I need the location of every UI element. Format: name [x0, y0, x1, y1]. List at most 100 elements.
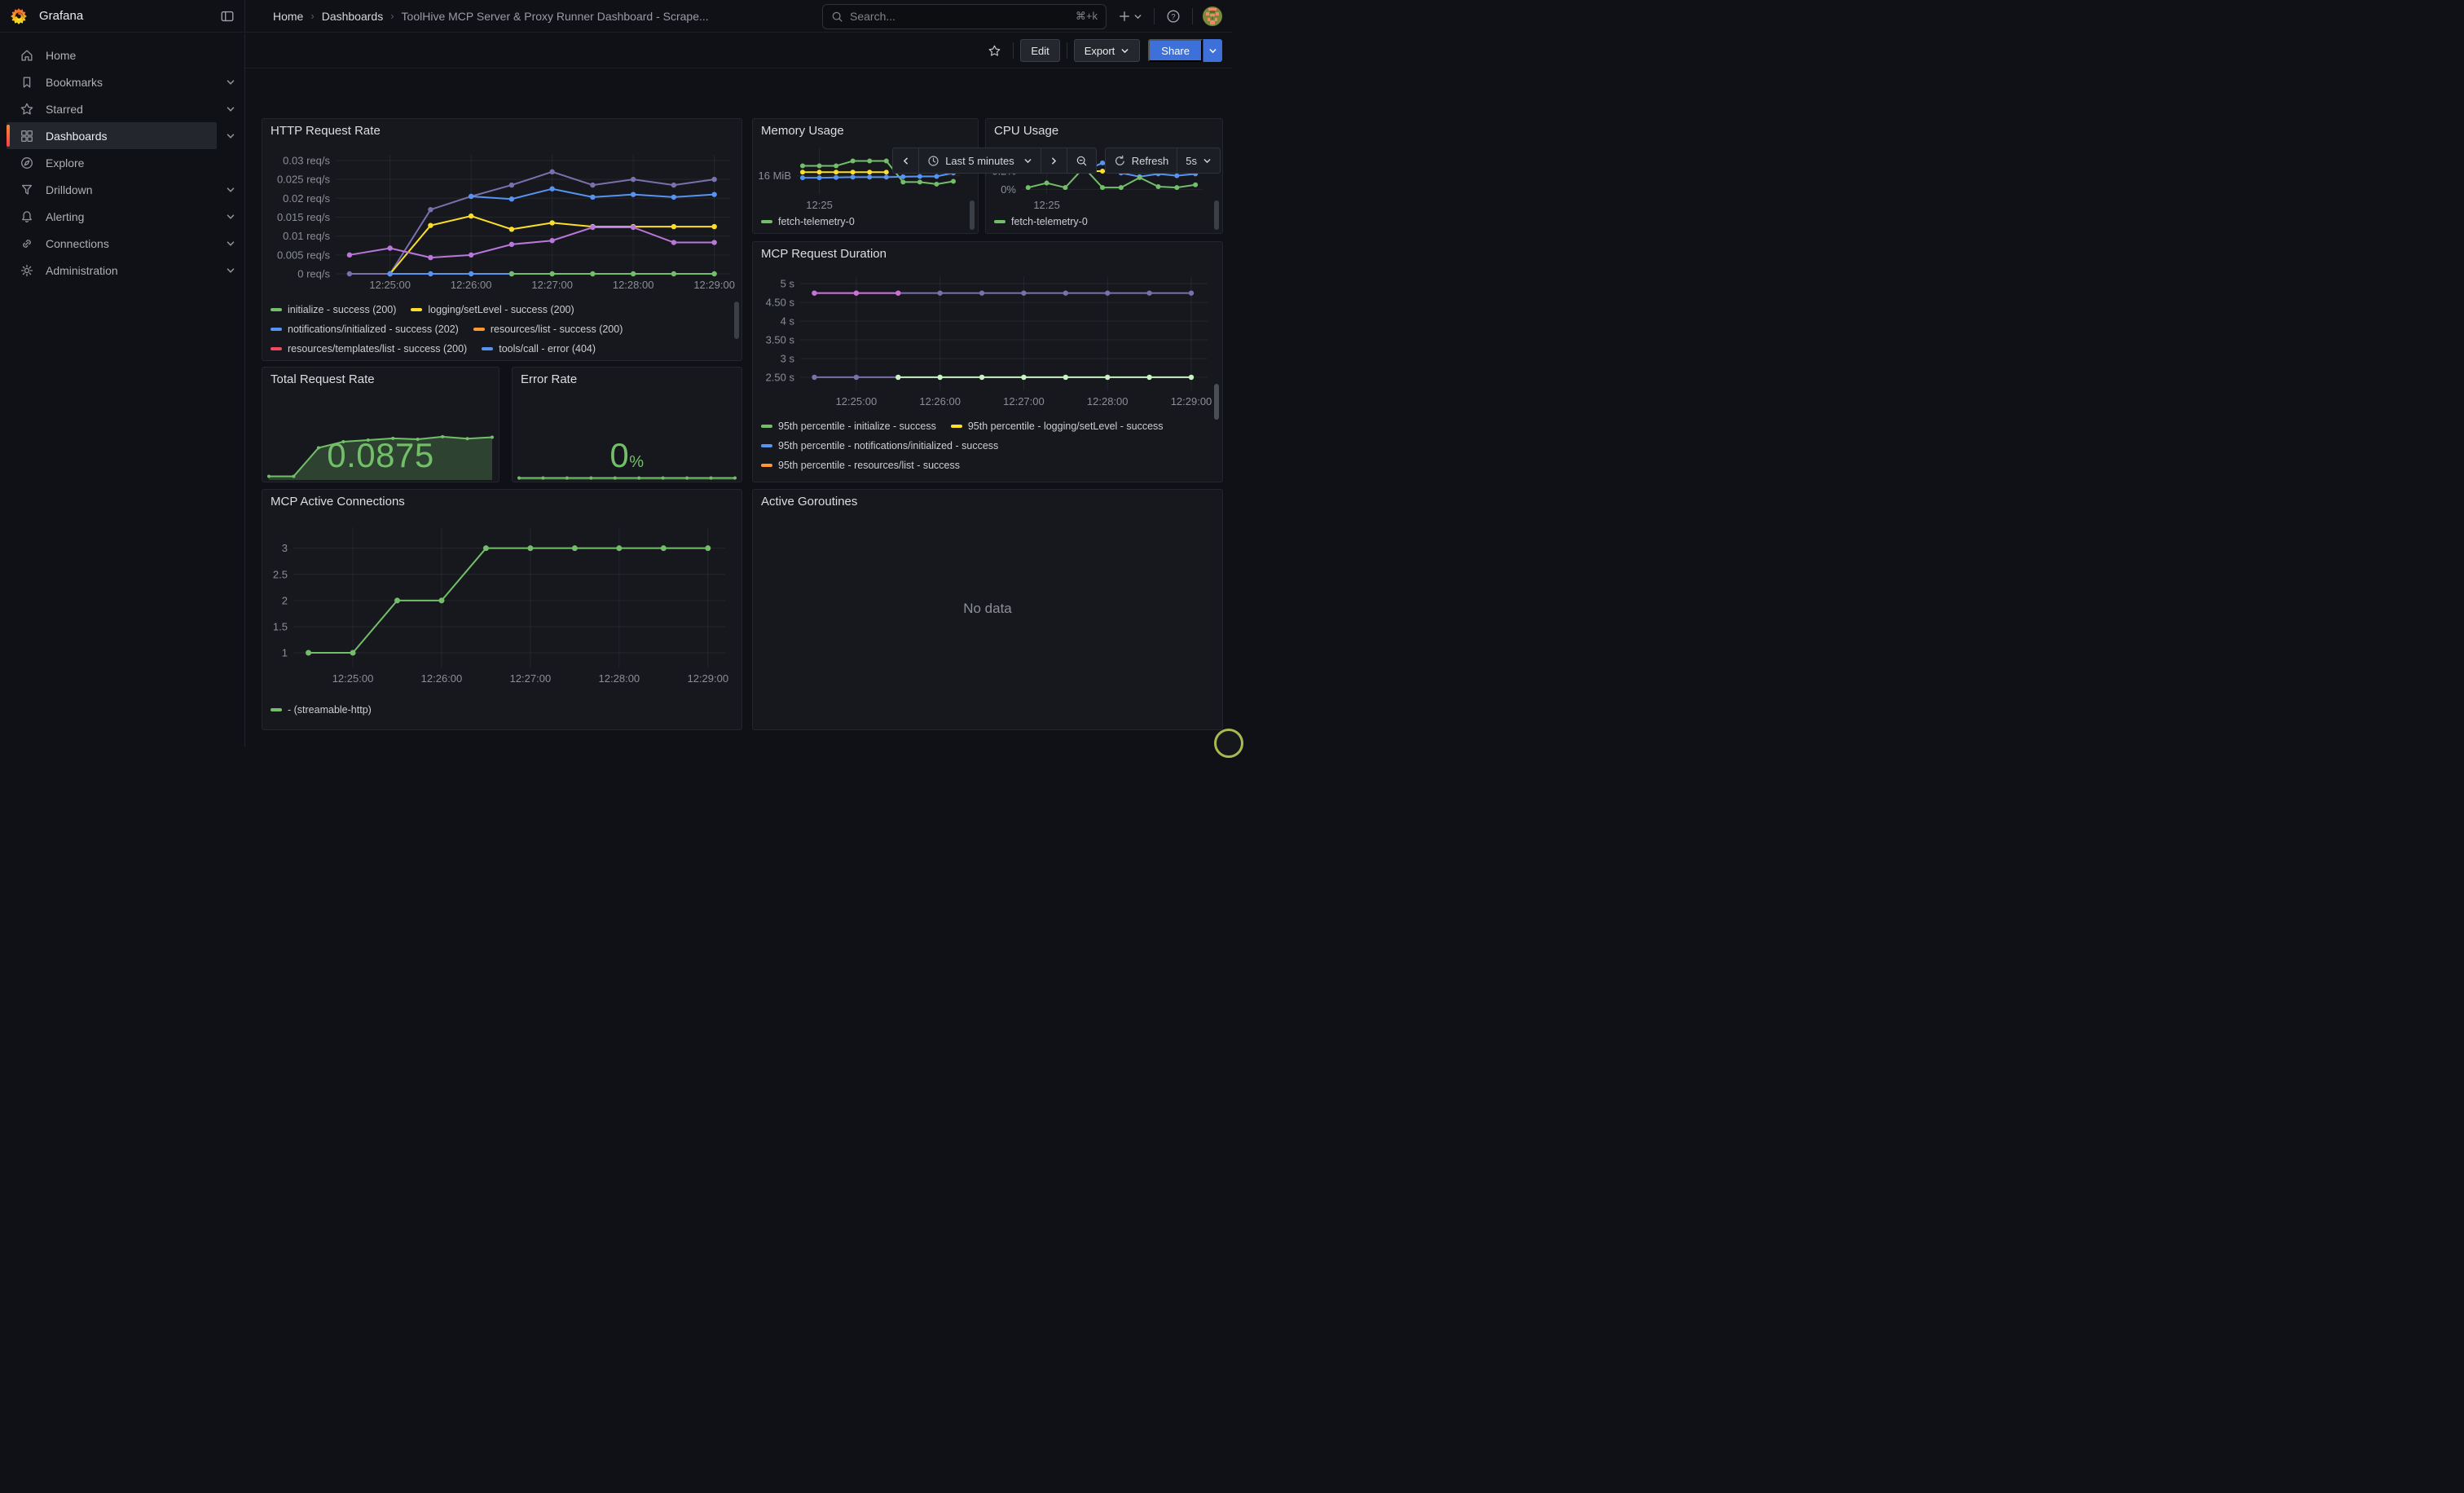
chevron-down-icon[interactable]: [217, 131, 244, 141]
chevron-down-icon[interactable]: [217, 185, 244, 195]
chevron-down-icon[interactable]: [217, 104, 244, 114]
legend-swatch: [761, 464, 772, 467]
svg-text:4.50 s: 4.50 s: [766, 297, 795, 309]
http-legend: initialize - success (200) logging/setLev…: [271, 300, 727, 360]
sidebar-link-home[interactable]: Home: [7, 42, 217, 68]
legend-scrollbar[interactable]: [1214, 384, 1219, 420]
legend-item[interactable]: 95th percentile - initialize - success: [761, 416, 936, 436]
sidebar-link-connections[interactable]: Connections: [7, 230, 217, 257]
sidebar-item-bookmarks: Bookmarks: [0, 68, 244, 95]
panel-scrollbar[interactable]: [1214, 200, 1219, 230]
star-icon: [20, 102, 34, 117]
zoom-out-button[interactable]: [1067, 148, 1097, 174]
legend-item[interactable]: logging/setLevel - success (200): [411, 300, 574, 319]
breadcrumb-item[interactable]: Home: [273, 10, 303, 23]
legend-item[interactable]: fetch-telemetry-0: [761, 212, 855, 231]
svg-text:12:25:00: 12:25:00: [332, 672, 374, 685]
chevron-down-icon: [1203, 156, 1212, 165]
svg-text:3 s: 3 s: [781, 352, 795, 364]
legend-item[interactable]: - (streamable-http): [271, 700, 372, 720]
legend-scrollbar[interactable]: [734, 302, 739, 339]
legend-item[interactable]: resources/templates/list - success (200): [271, 339, 467, 359]
search-shortcut-hint: ⌘+k: [1076, 10, 1098, 23]
edit-button[interactable]: Edit: [1020, 39, 1059, 62]
sidebar-item-home: Home: [0, 42, 244, 68]
sidebar-link-alerting[interactable]: Alerting: [7, 203, 217, 230]
panel-active-goroutines[interactable]: Active Goroutines No data: [752, 489, 1223, 730]
legend-item[interactable]: fetch-telemetry-0: [994, 212, 1088, 231]
chevron-down-icon: [1023, 156, 1032, 165]
compass-icon: [20, 156, 34, 170]
legend-item[interactable]: initialize - success (200): [271, 300, 396, 319]
sidebar-item-dashboards: Dashboards: [0, 122, 244, 149]
refresh-interval-picker[interactable]: 5s: [1177, 148, 1221, 174]
add-new-button[interactable]: [1113, 10, 1147, 23]
legend-item[interactable]: notifications/initialized - success (202…: [271, 319, 459, 339]
floating-action-button[interactable]: [1214, 729, 1243, 758]
link-icon: [20, 236, 34, 251]
time-shift-forward-button[interactable]: [1041, 148, 1067, 174]
svg-text:12:27:00: 12:27:00: [510, 672, 552, 685]
breadcrumb: Home›Dashboards›ToolHive MCP Server & Pr…: [245, 10, 709, 23]
panel-error-rate[interactable]: Error Rate 0%: [512, 367, 742, 482]
svg-text:0.015 req/s: 0.015 req/s: [277, 211, 331, 223]
svg-text:0%: 0%: [1001, 183, 1016, 196]
refresh-button[interactable]: Refresh: [1105, 148, 1178, 174]
legend-item[interactable]: 95th percentile - notifications/initiali…: [761, 436, 998, 456]
sidebar-link-dashboards[interactable]: Dashboards: [7, 122, 217, 149]
panel-total-request-rate[interactable]: Total Request Rate 0.0875: [262, 367, 499, 482]
panel-memory-usage[interactable]: Memory Usage 12:2516 MiB fetch-telemetry…: [752, 118, 979, 234]
sidebar-link-starred[interactable]: Starred: [7, 95, 217, 122]
legend-swatch: [994, 220, 1005, 223]
svg-text:12:25: 12:25: [806, 199, 833, 211]
legend-item[interactable]: tools/call - error (404): [482, 339, 596, 359]
grafana-logo-icon: [10, 7, 28, 25]
sidebar-item-drilldown: Drilldown: [0, 176, 244, 203]
panel-title: Error Rate: [521, 372, 577, 386]
legend-item[interactable]: resources/list - success (200): [473, 319, 623, 339]
legend-swatch: [473, 328, 485, 331]
panel-scrollbar[interactable]: [970, 200, 975, 230]
home-icon: [20, 48, 34, 63]
svg-text:12:25:00: 12:25:00: [369, 279, 411, 291]
favorite-star-button[interactable]: [983, 44, 1006, 58]
breadcrumb-item[interactable]: Dashboards: [322, 10, 384, 23]
export-button[interactable]: Export: [1074, 39, 1141, 62]
share-menu-chevron-button[interactable]: [1203, 39, 1222, 62]
panel-mcp-request-duration[interactable]: MCP Request Duration 12:25:0012:26:0012:…: [752, 241, 1223, 482]
chevron-down-icon[interactable]: [217, 212, 244, 222]
memory-legend: fetch-telemetry-0: [761, 212, 963, 231]
help-button[interactable]: ?: [1161, 9, 1186, 24]
legend-item[interactable]: tools/call - success (200): [271, 359, 400, 360]
chevron-down-icon[interactable]: [217, 266, 244, 275]
panel-cpu-usage[interactable]: CPU Usage 12:250.2%0% fetch-telemetry-0: [985, 118, 1223, 234]
share-button[interactable]: Share: [1148, 39, 1203, 62]
legend-swatch: [761, 220, 772, 223]
svg-text:0.025 req/s: 0.025 req/s: [277, 174, 331, 186]
legend-item[interactable]: unknown - success (200): [556, 359, 686, 360]
legend-item[interactable]: tools/list - success (200): [415, 359, 541, 360]
panel-mcp-active-connections[interactable]: MCP Active Connections 12:25:0012:26:001…: [262, 489, 742, 730]
sidebar-link-administration[interactable]: Administration: [7, 257, 217, 284]
sidebar-link-drilldown[interactable]: Drilldown: [7, 176, 217, 203]
duration-legend: 95th percentile - initialize - success95…: [761, 416, 1208, 480]
svg-text:12:28:00: 12:28:00: [1087, 395, 1129, 407]
panel-title: MCP Request Duration: [761, 247, 887, 261]
dock-sidebar-icon[interactable]: [220, 9, 235, 24]
brand-title: Grafana: [39, 9, 83, 23]
legend-item[interactable]: 95th percentile - resources/templates/li…: [761, 475, 1007, 480]
svg-text:12:28:00: 12:28:00: [613, 279, 654, 291]
user-avatar[interactable]: [1203, 7, 1222, 26]
time-shift-back-button[interactable]: [892, 148, 919, 174]
chevron-down-icon: [1133, 12, 1142, 21]
legend-item[interactable]: 95th percentile - logging/setLevel - suc…: [951, 416, 1164, 436]
top-navigation-bar: Grafana Home›Dashboards›ToolHive MCP Ser…: [0, 0, 1232, 33]
sidebar-link-bookmarks[interactable]: Bookmarks: [7, 68, 217, 95]
time-range-picker[interactable]: Last 5 minutes: [918, 148, 1041, 174]
sidebar-link-explore[interactable]: Explore: [7, 149, 217, 176]
chevron-down-icon[interactable]: [217, 239, 244, 249]
legend-item[interactable]: 95th percentile - resources/list - succe…: [761, 456, 960, 475]
panel-http-request-rate[interactable]: HTTP Request Rate 12:25:0012:26:0012:27:…: [262, 118, 742, 361]
search-input[interactable]: Search... ⌘+k: [822, 4, 1107, 29]
chevron-down-icon[interactable]: [217, 77, 244, 87]
